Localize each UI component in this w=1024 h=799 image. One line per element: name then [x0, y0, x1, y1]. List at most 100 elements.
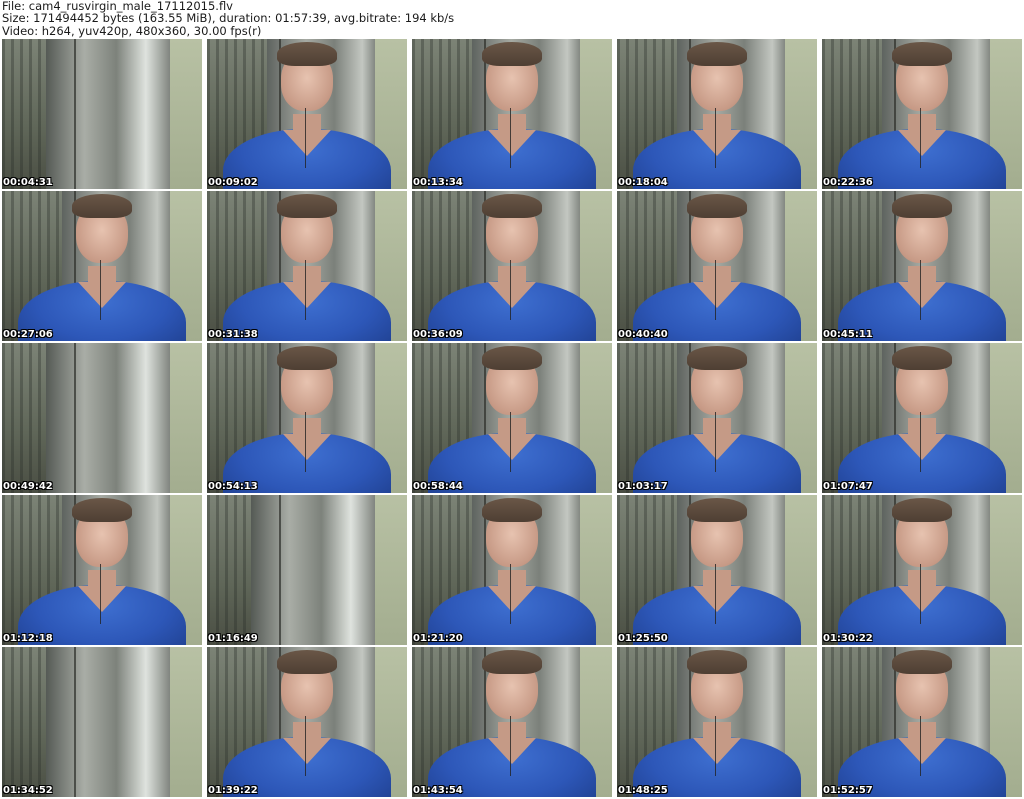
video-thumbnail: 00:27:06	[2, 191, 202, 341]
thumbnail-bg-chair	[74, 39, 76, 189]
thumbnail-vneck	[693, 586, 741, 612]
thumbnail-bg-wall	[170, 343, 202, 493]
video-thumbnail: 00:36:09	[412, 191, 612, 341]
thumbnail-vneck	[693, 434, 741, 460]
thumbnail-hair	[72, 498, 132, 522]
video-thumbnail: 01:30:22	[822, 495, 1022, 645]
thumbnail-vneck	[898, 282, 946, 308]
video-thumbnail: 00:58:44	[412, 343, 612, 493]
thumbnail-vneck	[78, 586, 126, 612]
thumbnail-cord	[920, 412, 921, 472]
thumbnail-timestamp: 01:16:49	[208, 633, 258, 644]
thumbnail-cord	[510, 716, 511, 776]
thumbnail-bg-chair	[279, 495, 281, 645]
thumbnail-bg-door	[251, 495, 379, 645]
thumbnail-timestamp: 00:36:09	[413, 329, 463, 340]
thumbnail-timestamp: 01:30:22	[823, 633, 873, 644]
thumbnail-hair	[482, 498, 542, 522]
thumbnail-vneck	[693, 130, 741, 156]
thumbnail-cord	[920, 564, 921, 624]
video-thumbnail: 01:48:25	[617, 647, 817, 797]
thumbnail-hair	[482, 194, 542, 218]
thumbnail-cord	[920, 108, 921, 168]
thumbnail-timestamp: 00:27:06	[3, 329, 53, 340]
video-thumbnail: 01:52:57	[822, 647, 1022, 797]
thumbnail-cord	[510, 260, 511, 320]
video-thumbnail: 01:03:17	[617, 343, 817, 493]
thumbnail-cord	[920, 716, 921, 776]
video-thumbnail: 00:22:36	[822, 39, 1022, 189]
video-thumbnail: 00:40:40	[617, 191, 817, 341]
thumbnail-bg-chair	[74, 647, 76, 797]
thumbnail-timestamp: 01:07:47	[823, 481, 873, 492]
thumbnail-hair	[482, 650, 542, 674]
video-thumbnail: 01:43:54	[412, 647, 612, 797]
thumbnail-vneck	[488, 282, 536, 308]
thumbnail-cord	[715, 564, 716, 624]
thumbnail-timestamp: 01:34:52	[3, 785, 53, 796]
thumbnail-cord	[715, 412, 716, 472]
thumbnail-bg-door	[46, 343, 174, 493]
thumbnail-timestamp: 00:31:38	[208, 329, 258, 340]
thumbnail-hair	[892, 194, 952, 218]
thumbnail-cord	[305, 412, 306, 472]
thumbnail-vneck	[693, 738, 741, 764]
thumbnail-vneck	[488, 738, 536, 764]
thumbnail-timestamp: 00:45:11	[823, 329, 873, 340]
thumbnail-hair	[687, 194, 747, 218]
video-thumbnail: 01:12:18	[2, 495, 202, 645]
thumbnail-timestamp: 01:43:54	[413, 785, 463, 796]
video-thumbnail: 01:25:50	[617, 495, 817, 645]
thumbnail-hair	[892, 42, 952, 66]
video-thumbnail: 00:45:11	[822, 191, 1022, 341]
thumbnail-timestamp: 00:40:40	[618, 329, 668, 340]
thumbnail-cord	[920, 260, 921, 320]
video-thumbnail: 00:04:31	[2, 39, 202, 189]
thumbnail-cord	[305, 260, 306, 320]
thumbnail-vneck	[283, 130, 331, 156]
thumbnail-timestamp: 01:03:17	[618, 481, 668, 492]
thumbnail-hair	[687, 650, 747, 674]
thumbnail-cord	[510, 564, 511, 624]
thumbnail-cord	[715, 716, 716, 776]
thumbnail-bg-door	[46, 39, 174, 189]
video-thumbnail: 00:18:04	[617, 39, 817, 189]
thumbnail-timestamp: 00:09:02	[208, 177, 258, 188]
thumbnail-vneck	[898, 434, 946, 460]
thumbnail-bg-wall	[170, 39, 202, 189]
thumbnail-vneck	[283, 282, 331, 308]
thumbnail-cord	[100, 564, 101, 624]
thumbnail-bg-wall	[375, 495, 407, 645]
thumbnail-hair	[277, 42, 337, 66]
video-info-line: Video: h264, yuv420p, 480x360, 30.00 fps…	[2, 23, 262, 38]
thumbnail-vneck	[898, 586, 946, 612]
video-thumbnail: 01:21:20	[412, 495, 612, 645]
thumbnail-grid: 00:04:31 00:09:02 00:13:34 00:18:04 00:22:36…	[2, 39, 1022, 797]
thumbnail-vneck	[693, 282, 741, 308]
thumbnail-timestamp: 00:58:44	[413, 481, 463, 492]
thumbnail-hair	[277, 194, 337, 218]
thumbnail-bg-door	[46, 647, 174, 797]
thumbnail-timestamp: 01:39:22	[208, 785, 258, 796]
video-thumbnail: 01:07:47	[822, 343, 1022, 493]
thumbnail-vneck	[283, 738, 331, 764]
thumbnail-bg-wall	[170, 647, 202, 797]
video-thumbnail: 01:34:52	[2, 647, 202, 797]
thumbnail-timestamp: 00:54:13	[208, 481, 258, 492]
thumbnail-cord	[715, 108, 716, 168]
video-thumbnail: 00:31:38	[207, 191, 407, 341]
thumbnail-vneck	[488, 586, 536, 612]
thumbnail-vneck	[488, 434, 536, 460]
thumbnail-hair	[892, 498, 952, 522]
thumbnail-bg-chair	[74, 343, 76, 493]
video-thumbnail: 00:09:02	[207, 39, 407, 189]
thumbnail-vneck	[488, 130, 536, 156]
thumbnail-hair	[482, 42, 542, 66]
thumbnail-timestamp: 00:49:42	[3, 481, 53, 492]
thumbnail-timestamp: 00:04:31	[3, 177, 53, 188]
thumbnail-cord	[305, 108, 306, 168]
thumbnail-cord	[510, 412, 511, 472]
thumbnail-timestamp: 01:52:57	[823, 785, 873, 796]
thumbnail-timestamp: 00:18:04	[618, 177, 668, 188]
video-thumbnail: 01:16:49	[207, 495, 407, 645]
